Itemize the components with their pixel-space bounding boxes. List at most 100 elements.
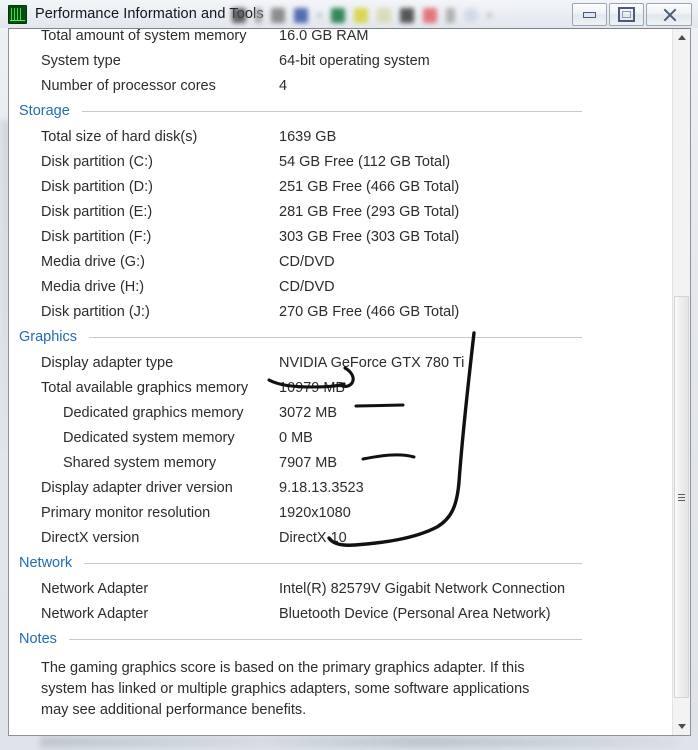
scroll-up-button[interactable] [673, 29, 690, 46]
detail-row: Disk partition (D:) 251 GB Free (466 GB T… [41, 174, 672, 199]
detail-row: Network Adapter Intel(R) 82579V Gigabit N… [41, 576, 672, 601]
blur-icon [255, 7, 262, 23]
detail-row: Disk partition (J:) 270 GB Free (466 GB T… [41, 299, 672, 324]
performance-information-window: Performance Information and Tools Total … [0, 0, 698, 736]
detail-label: Network Adapter [41, 580, 149, 597]
scrollbar-track[interactable] [673, 46, 690, 718]
blur-icon [354, 7, 368, 23]
section-rule [89, 336, 582, 338]
detail-label: Total available graphics memory [41, 379, 249, 396]
details-content: Total amount of system memory 16.0 GB RA… [9, 29, 672, 735]
detail-label: Display adapter type [41, 354, 174, 371]
detail-value: 54 GB Free (112 GB Total) [279, 153, 451, 170]
section-rule [68, 638, 582, 640]
detail-row: Display adapter driver version 9.18.13.35… [41, 475, 672, 500]
title-bar: Performance Information and Tools [0, 0, 698, 28]
scrollbar-thumb[interactable] [674, 296, 689, 698]
minimize-icon [583, 11, 596, 18]
detail-value: 4 [279, 77, 288, 94]
detail-value: 1639 GB [279, 128, 337, 145]
section-rule [84, 562, 582, 564]
detail-value: 270 GB Free (466 GB Total) [279, 303, 460, 320]
performance-graph-icon [8, 4, 27, 24]
detail-row: Disk partition (F:) 303 GB Free (303 GB T… [41, 224, 672, 249]
detail-label: Total size of hard disk(s) [41, 128, 198, 145]
detail-value: 3072 MB [279, 404, 338, 421]
blurred-icon-strip [232, 2, 562, 28]
blur-icon [294, 7, 308, 23]
scroll-up-arrow-icon [677, 35, 686, 40]
detail-value: 303 GB Free (303 GB Total) [279, 228, 460, 245]
detail-label: Dedicated graphics memory [63, 404, 244, 421]
minimize-button[interactable] [572, 3, 607, 26]
detail-row: System type 64-bit operating system [41, 48, 672, 73]
detail-label: DirectX version [41, 529, 140, 546]
client-area: Total amount of system memory 16.0 GB RA… [8, 28, 691, 736]
section-header-storage: Storage [19, 98, 672, 124]
detail-label: Shared system memory [63, 454, 217, 471]
blur-icon [331, 7, 345, 23]
detail-label: Network Adapter [41, 605, 149, 622]
detail-value: 0 MB [279, 429, 313, 446]
scrollbar-grip-icon [678, 493, 685, 501]
blurred-taskbar [40, 736, 678, 748]
blur-icon [271, 7, 285, 23]
blur-icon [464, 7, 478, 23]
blur-icon [487, 12, 492, 18]
close-button[interactable] [646, 3, 692, 26]
section-title: Network [19, 555, 73, 571]
blur-icon [446, 7, 455, 23]
maximize-button[interactable] [609, 3, 644, 26]
blur-icon [232, 7, 246, 23]
blur-icon [400, 7, 414, 23]
detail-row: Disk partition (E:) 281 GB Free (293 GB T… [41, 199, 672, 224]
detail-row: Dedicated system memory 0 MB [41, 425, 672, 450]
network-rows: Network Adapter Intel(R) 82579V Gigabit N… [41, 576, 672, 626]
detail-label: Total amount of system memory [41, 29, 247, 44]
detail-label: Disk partition (D:) [41, 178, 153, 195]
system-rows-group: Total amount of system memory 16.0 GB RA… [41, 29, 672, 98]
detail-value: 281 GB Free (293 GB Total) [279, 203, 460, 220]
blur-icon [317, 12, 322, 18]
detail-value: 10979 MB [279, 379, 346, 396]
detail-label: Disk partition (C:) [41, 153, 153, 170]
storage-rows: Total size of hard disk(s) 1639 GB Disk p… [41, 124, 672, 324]
section-header-network: Network [19, 550, 672, 576]
detail-value: 9.18.13.3523 [279, 479, 364, 496]
section-title: Storage [19, 103, 70, 119]
detail-value: 64-bit operating system [279, 52, 430, 69]
detail-row: Display adapter type NVIDIA GeForce GTX 7… [41, 350, 672, 375]
detail-value: DirectX 10 [279, 529, 347, 546]
blur-icon [377, 7, 391, 23]
scroll-down-button[interactable] [673, 718, 690, 735]
detail-row: Dedicated graphics memory 3072 MB [41, 400, 672, 425]
detail-label: System type [41, 52, 121, 69]
detail-label: Disk partition (E:) [41, 203, 153, 220]
detail-row: Media drive (H:) CD/DVD [41, 274, 672, 299]
detail-label: Disk partition (J:) [41, 303, 150, 320]
blur-icon [423, 7, 437, 23]
detail-label: Number of processor cores [41, 77, 216, 94]
section-rule [81, 110, 582, 112]
detail-label: Display adapter driver version [41, 479, 233, 496]
detail-row: Number of processor cores 4 [41, 73, 672, 98]
detail-row: DirectX version DirectX 10 [41, 525, 672, 550]
detail-row: Disk partition (C:) 54 GB Free (112 GB To… [41, 149, 672, 174]
detail-row: Primary monitor resolution 1920x1080 [41, 500, 672, 525]
detail-label: Disk partition (F:) [41, 228, 152, 245]
window-title: Performance Information and Tools [35, 6, 264, 22]
window-controls [572, 3, 692, 26]
section-title: Notes [19, 631, 57, 647]
detail-row: Shared system memory 7907 MB [41, 450, 672, 475]
detail-value: 16.0 GB RAM [279, 29, 369, 44]
detail-row: Network Adapter Bluetooth Device (Persona… [41, 601, 672, 626]
notes-body: The gaming graphics score is based on th… [41, 660, 530, 718]
detail-row: Total available graphics memory 10979 MB [41, 375, 672, 400]
section-title: Graphics [19, 329, 78, 345]
detail-label: Media drive (H:) [41, 278, 145, 295]
detail-value: NVIDIA GeForce GTX 780 Ti [279, 354, 465, 371]
detail-value: 7907 MB [279, 454, 338, 471]
detail-row: Media drive (G:) CD/DVD [41, 249, 672, 274]
vertical-scrollbar[interactable] [672, 29, 690, 735]
detail-value: Intel(R) 82579V Gigabit Network Connecti… [279, 580, 566, 597]
